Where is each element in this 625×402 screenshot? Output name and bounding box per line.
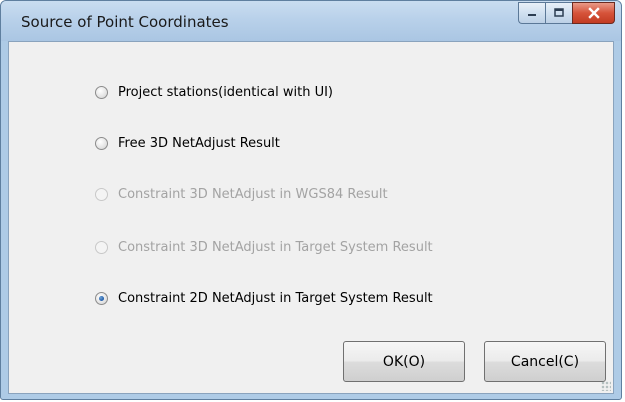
- radio-option-constraint-3d-target: Constraint 3D NetAdjust in Target System…: [95, 240, 433, 255]
- radio-button[interactable]: [95, 292, 108, 305]
- dialog-window: Source of Point Coordinates Project stat…: [0, 0, 622, 400]
- resize-grip[interactable]: [601, 381, 611, 391]
- radio-label: Constraint 2D NetAdjust in Target System…: [118, 291, 433, 306]
- dialog-client-area: Project stations(identical with UI) Free…: [8, 41, 614, 394]
- maximize-icon: [554, 8, 564, 17]
- close-icon: [587, 7, 600, 19]
- radio-option-free-3d[interactable]: Free 3D NetAdjust Result: [95, 136, 280, 151]
- title-bar[interactable]: Source of Point Coordinates: [1, 1, 621, 41]
- radio-option-project-stations[interactable]: Project stations(identical with UI): [95, 85, 333, 100]
- caption-buttons: [518, 2, 615, 24]
- minimize-button[interactable]: [518, 2, 545, 24]
- ok-button[interactable]: OK(O): [343, 341, 465, 382]
- radio-option-constraint-3d-wgs84: Constraint 3D NetAdjust in WGS84 Result: [95, 187, 388, 202]
- radio-label: Free 3D NetAdjust Result: [118, 136, 280, 151]
- close-button[interactable]: [572, 2, 615, 24]
- radio-label: Constraint 3D NetAdjust in Target System…: [118, 240, 433, 255]
- radio-label: Project stations(identical with UI): [118, 85, 333, 100]
- radio-label: Constraint 3D NetAdjust in WGS84 Result: [118, 187, 388, 202]
- maximize-button[interactable]: [545, 2, 572, 24]
- radio-button[interactable]: [95, 86, 108, 99]
- window-title: Source of Point Coordinates: [21, 13, 229, 31]
- radio-button: [95, 241, 108, 254]
- radio-button: [95, 188, 108, 201]
- cancel-button[interactable]: Cancel(C): [484, 341, 606, 382]
- minimize-icon: [528, 14, 536, 16]
- radio-option-constraint-2d-target[interactable]: Constraint 2D NetAdjust in Target System…: [95, 291, 433, 306]
- radio-button[interactable]: [95, 137, 108, 150]
